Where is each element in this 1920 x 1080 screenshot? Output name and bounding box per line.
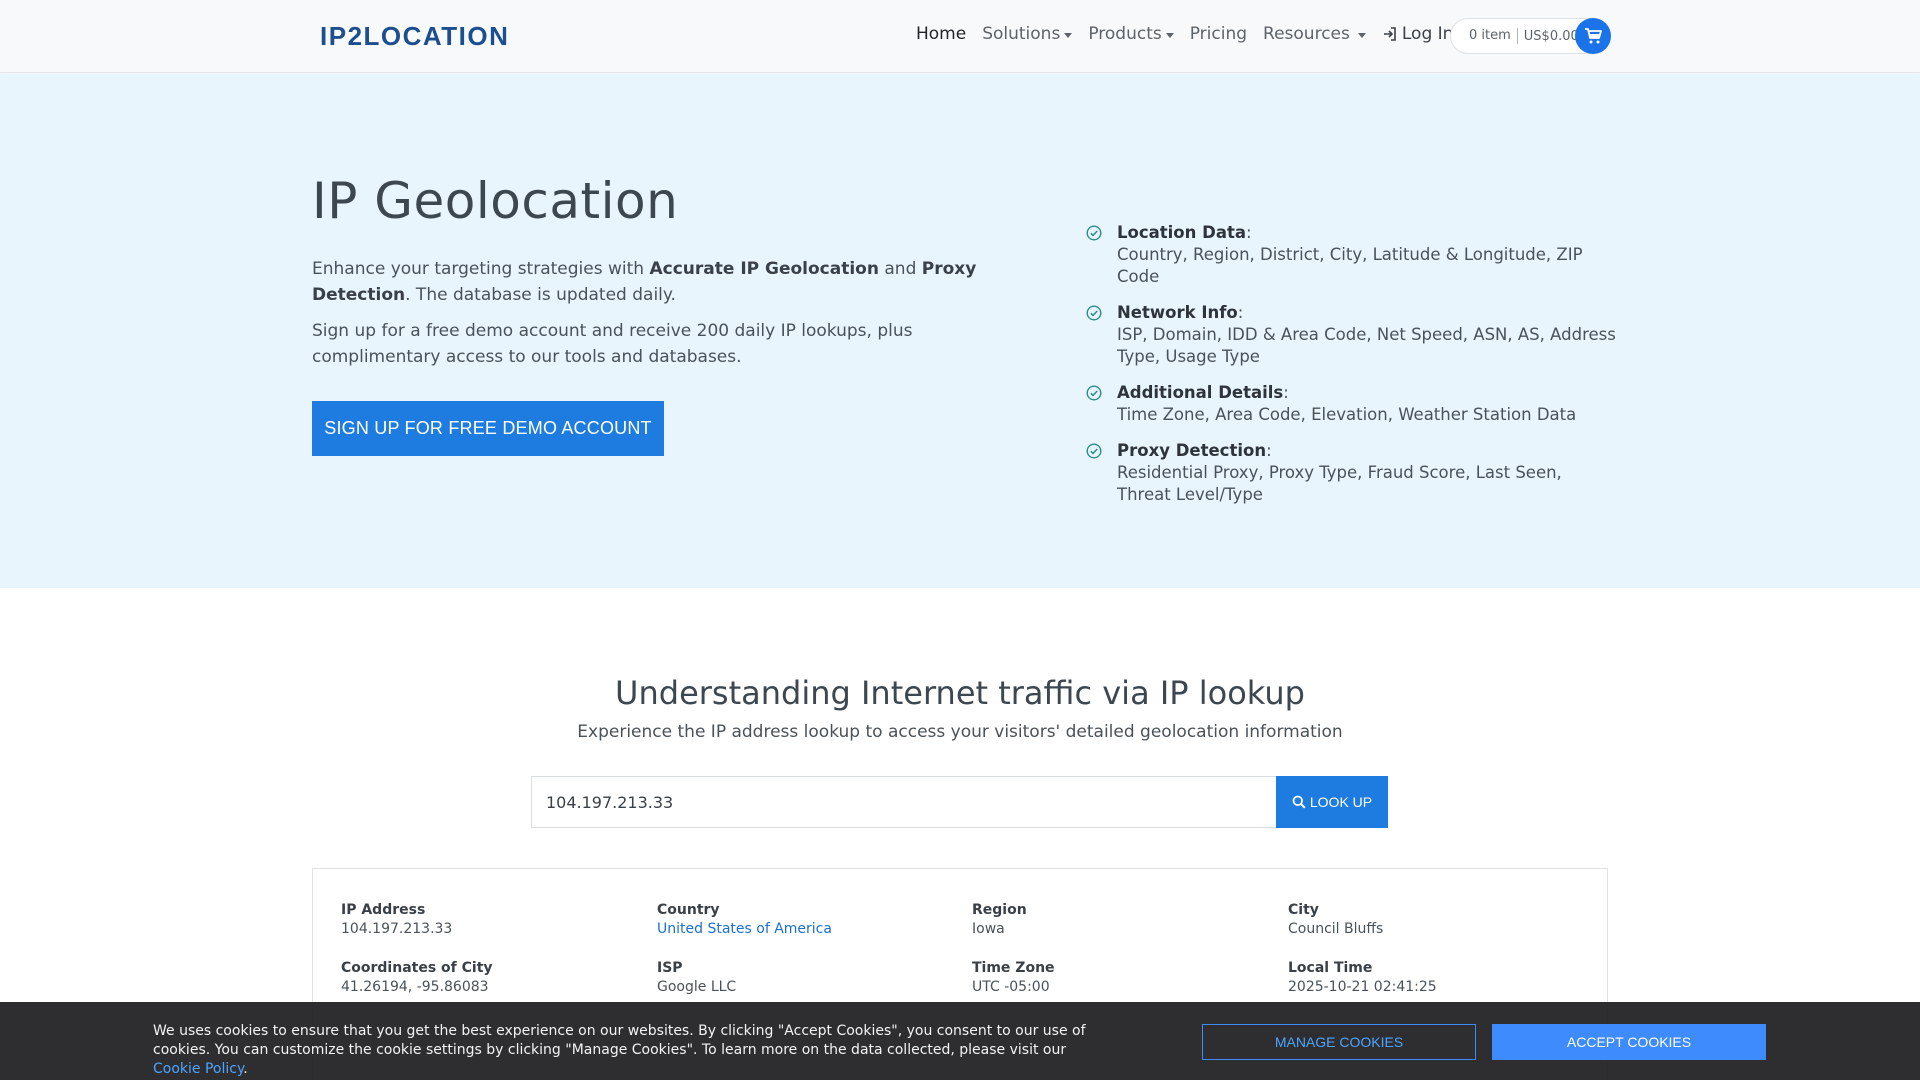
- hero-title: IP Geolocation: [312, 172, 679, 230]
- hero-desc-part: . The database is updated daily.: [405, 285, 676, 305]
- ip2location-logo[interactable]: IP2LOCATION: [320, 22, 562, 50]
- cookie-message: We uses cookies to ensure that you get t…: [153, 1022, 1088, 1079]
- feature-item: Additional Details: Time Zone, Area Code,…: [1086, 382, 1616, 426]
- signup-demo-button[interactable]: SIGN UP FOR FREE DEMO ACCOUNT: [312, 401, 664, 456]
- nav-pricing[interactable]: Pricing: [1190, 24, 1247, 44]
- result-time-zone: Time Zone UTC -05:00: [972, 959, 1262, 997]
- result-country: Country United States of America: [657, 901, 947, 939]
- check-circle-icon: [1086, 443, 1102, 459]
- hero-section: IP Geolocation Enhance your targeting st…: [0, 74, 1920, 588]
- result-value: 104.197.213.33: [341, 921, 453, 937]
- chevron-down-icon: [1357, 32, 1366, 38]
- result-ip-address: IP Address 104.197.213.33: [341, 901, 631, 939]
- nav-solutions-label: Solutions: [982, 24, 1061, 44]
- cart-item-count: 0 item: [1451, 28, 1518, 44]
- hero-desc-part: and: [878, 259, 922, 279]
- cart-total: US$0.00: [1523, 28, 1579, 44]
- result-label: Time Zone: [972, 960, 1055, 976]
- result-value: UTC -05:00: [972, 979, 1050, 995]
- login-icon: [1382, 26, 1398, 42]
- navbar: IP2LOCATION Home Solutions Products Pric…: [0, 0, 1920, 73]
- result-label: City: [1288, 902, 1319, 918]
- check-circle-icon: [1086, 305, 1102, 321]
- nav-resources-label: Resources: [1263, 24, 1350, 44]
- cookie-message-end: .: [243, 1061, 248, 1077]
- nav-pricing-label: Pricing: [1189, 24, 1248, 44]
- nav-products[interactable]: Products: [1088, 24, 1174, 44]
- cart-icon[interactable]: [1575, 18, 1611, 54]
- feature-list: Location Data: Country, Region, District,…: [1086, 222, 1616, 520]
- result-label: Country: [657, 902, 720, 918]
- feature-item: Network Info: ISP, Domain, IDD & Area Cod…: [1086, 302, 1616, 368]
- nav-resources[interactable]: Resources: [1263, 24, 1366, 44]
- result-value: Google LLC: [657, 979, 737, 995]
- result-value: 2025-10-21 02:41:25: [1288, 979, 1437, 995]
- hero-signup-text: Sign up for a free demo account and rece…: [312, 321, 913, 367]
- result-label: Region: [972, 902, 1027, 918]
- chevron-down-icon: [1165, 32, 1174, 38]
- feature-title: Location Data: [1117, 223, 1246, 242]
- nav-home[interactable]: Home: [916, 24, 966, 44]
- manage-cookies-button[interactable]: MANAGE COOKIES: [1202, 1024, 1476, 1060]
- result-label: ISP: [657, 960, 683, 976]
- nav-products-label: Products: [1088, 24, 1162, 44]
- cookie-message-text: We uses cookies to ensure that you get t…: [153, 1023, 1086, 1058]
- cookie-policy-link[interactable]: Cookie Policy: [153, 1061, 243, 1077]
- ip-lookup-input[interactable]: [531, 776, 1276, 828]
- result-region: Region Iowa: [972, 901, 1262, 939]
- feature-desc: Time Zone, Area Code, Elevation, Weather…: [1117, 405, 1577, 424]
- check-circle-icon: [1086, 225, 1102, 241]
- nav-solutions[interactable]: Solutions: [982, 24, 1073, 44]
- result-local-time: Local Time 2025-10-21 02:41:25: [1288, 959, 1578, 997]
- feature-title: Network Info: [1117, 303, 1238, 322]
- accept-cookies-button[interactable]: ACCEPT COOKIES: [1492, 1024, 1766, 1060]
- lookup-button-label: LOOK UP: [1309, 794, 1373, 810]
- hero-desc-bold-geolocation: Accurate IP Geolocation: [649, 259, 879, 279]
- result-value: 41.26194, -95.86083: [341, 979, 489, 995]
- check-circle-icon: [1086, 385, 1102, 401]
- result-coordinates: Coordinates of City 41.26194, -95.86083: [341, 959, 631, 997]
- feature-item: Location Data: Country, Region, District,…: [1086, 222, 1616, 288]
- hero-description: Enhance your targeting strategies with A…: [312, 256, 1032, 308]
- hero-desc-part: Enhance your targeting strategies with: [312, 259, 650, 279]
- result-value: Council Bluffs: [1288, 921, 1384, 937]
- feature-desc: ISP, Domain, IDD & Area Code, Net Speed,…: [1117, 325, 1616, 366]
- lookup-section-subtitle: Experience the IP address lookup to acce…: [577, 722, 1343, 742]
- feature-item: Proxy Detection: Residential Proxy, Proxy…: [1086, 440, 1616, 506]
- result-city: City Council Bluffs: [1288, 901, 1578, 939]
- feature-desc: Country, Region, District, City, Latitud…: [1117, 245, 1583, 286]
- result-isp: ISP Google LLC: [657, 959, 947, 997]
- lookup-section-title: Understanding Internet traffic via IP lo…: [615, 674, 1305, 712]
- lookup-button[interactable]: LOOK UP: [1276, 776, 1388, 828]
- nav-login-label: Log In: [1401, 24, 1454, 44]
- cookie-banner: We uses cookies to ensure that you get t…: [0, 1002, 1920, 1080]
- result-label: Local Time: [1288, 960, 1373, 976]
- result-value: Iowa: [972, 921, 1005, 937]
- result-country-link[interactable]: United States of America: [657, 920, 947, 939]
- feature-desc: Residential Proxy, Proxy Type, Fraud Sco…: [1117, 463, 1562, 504]
- search-icon: [1292, 795, 1306, 809]
- result-label: Coordinates of City: [341, 960, 493, 976]
- feature-title: Additional Details: [1117, 383, 1284, 402]
- chevron-down-icon: [1064, 32, 1073, 38]
- svg-text:IP2LOCATION: IP2LOCATION: [320, 22, 509, 50]
- result-label: IP Address: [341, 902, 426, 918]
- feature-title: Proxy Detection: [1117, 441, 1267, 460]
- cart-summary[interactable]: 0 item US$0.00: [1450, 18, 1611, 54]
- nav-home-label: Home: [916, 24, 967, 44]
